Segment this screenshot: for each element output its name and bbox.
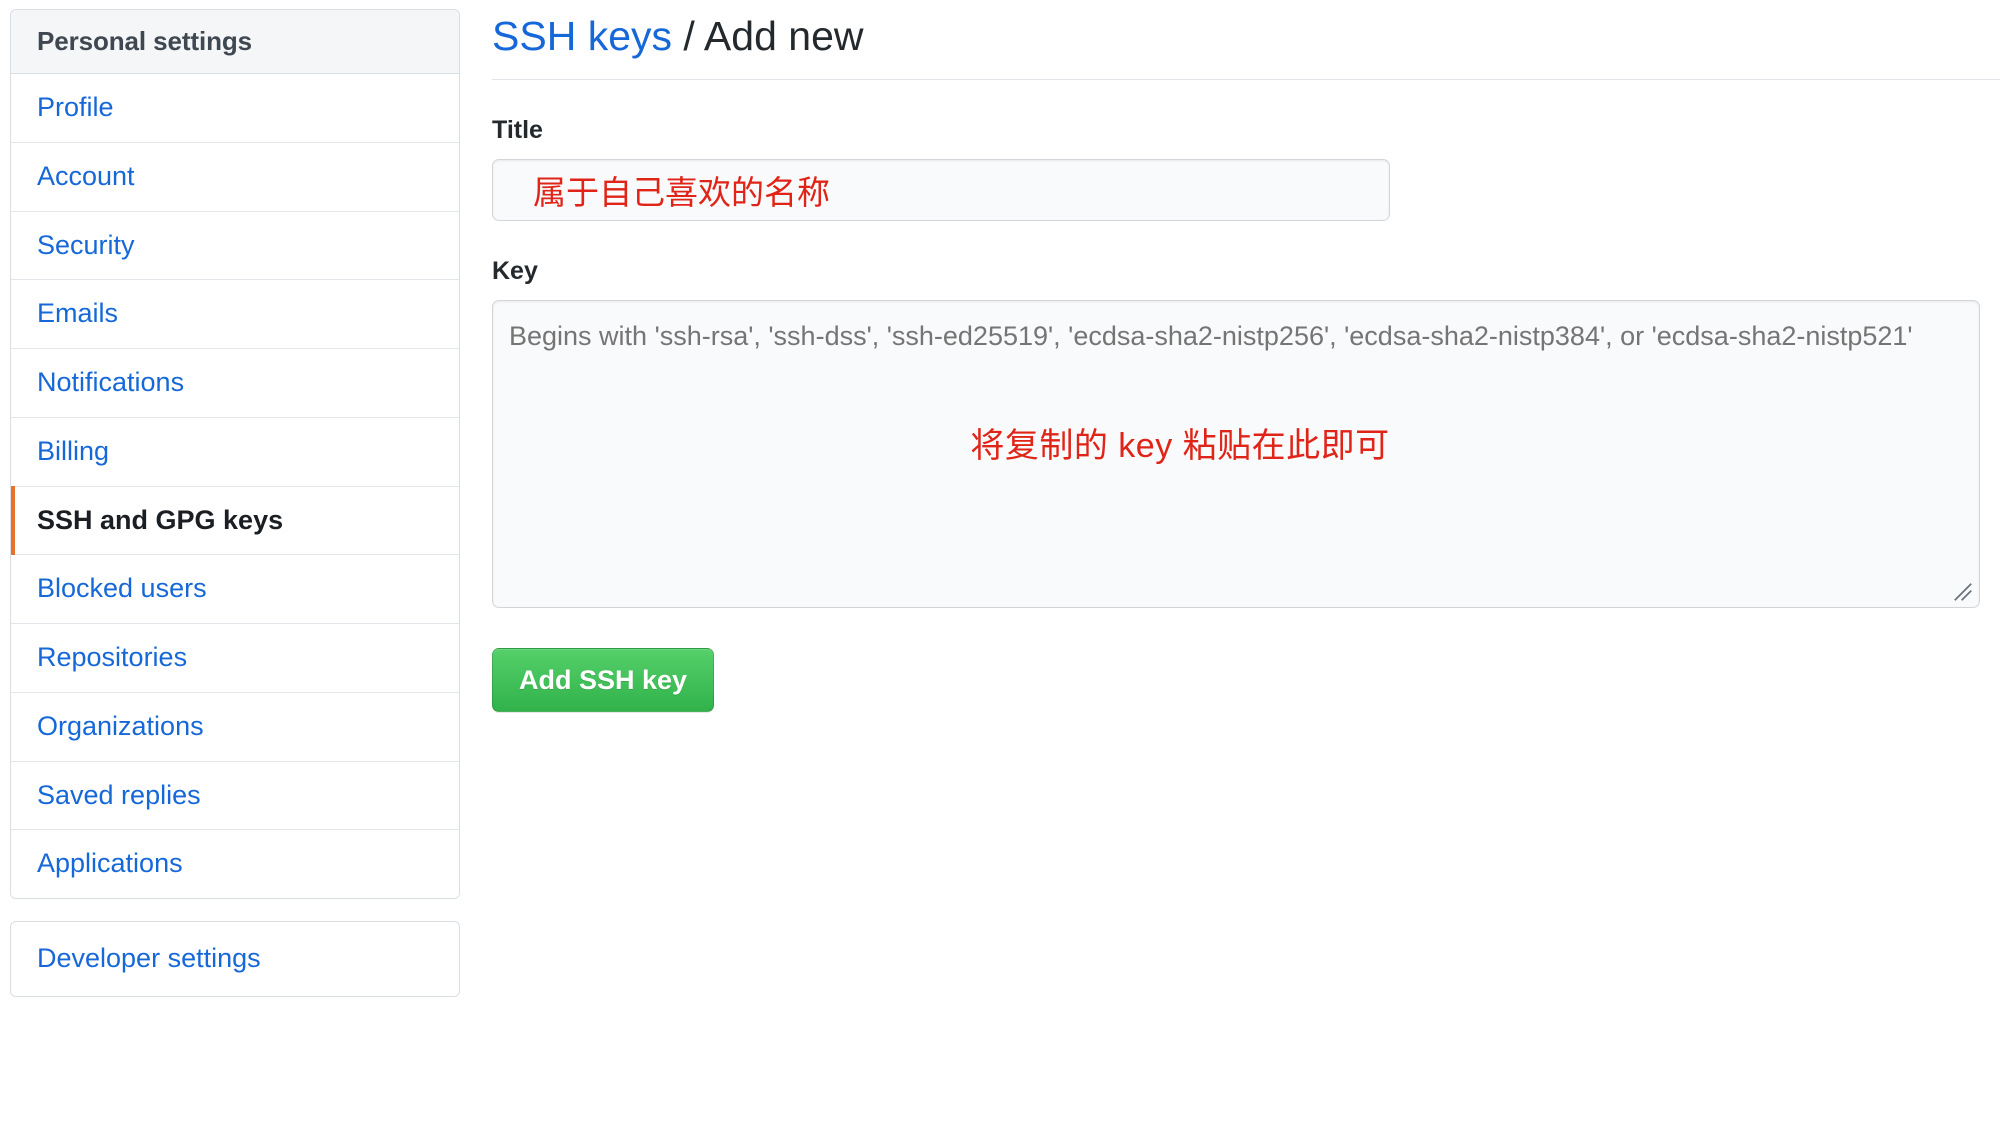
sidebar-item-saved-replies[interactable]: Saved replies	[11, 761, 459, 831]
title-label: Title	[492, 116, 543, 145]
page-title: Add new	[703, 13, 864, 59]
sidebar-item-notifications[interactable]: Notifications	[11, 349, 459, 418]
settings-page: Personal settings Profile Account Securi…	[0, 0, 2008, 1132]
sidebar-item-profile[interactable]: Profile	[11, 74, 459, 143]
sidebar-item-organizations[interactable]: Organizations	[11, 692, 459, 762]
sidebar-header: Personal settings	[11, 10, 459, 75]
key-label: Key	[492, 257, 538, 286]
key-field-group: Key 将复制的 key 粘贴在此即可	[492, 256, 2008, 609]
title-field-group: Title	[492, 115, 2008, 222]
settings-sidebar: Personal settings Profile Account Securi…	[10, 9, 460, 997]
breadcrumb: SSH keys / Add new	[492, 9, 2000, 60]
sidebar-item-applications[interactable]: Applications	[11, 830, 459, 899]
key-textarea-wrapper: 将复制的 key 粘贴在此即可	[492, 300, 1980, 609]
main-content: SSH keys / Add new Title Key 将复制的 key 粘贴…	[460, 9, 2008, 713]
submit-row: Add SSH key	[492, 648, 2008, 713]
sidebar-item-security[interactable]: Security	[11, 211, 459, 281]
sidebar-item-emails[interactable]: Emails	[11, 280, 459, 350]
sidebar-item-ssh-and-gpg-keys[interactable]: SSH and GPG keys	[11, 485, 459, 556]
sidebar-item-billing[interactable]: Billing	[11, 417, 459, 487]
resize-handle-icon[interactable]	[1952, 581, 1974, 603]
sidebar-item-account[interactable]: Account	[11, 142, 459, 212]
add-ssh-key-button[interactable]: Add SSH key	[492, 648, 715, 713]
key-textarea[interactable]	[492, 300, 1980, 609]
developer-settings-nav: Developer settings	[10, 921, 460, 997]
sidebar-item-blocked-users[interactable]: Blocked users	[11, 555, 459, 625]
sidebar-item-developer-settings[interactable]: Developer settings	[11, 922, 459, 996]
breadcrumb-separator: /	[672, 13, 704, 59]
sidebar-item-repositories[interactable]: Repositories	[11, 624, 459, 693]
title-input[interactable]	[492, 159, 1390, 222]
breadcrumb-link-ssh-keys[interactable]: SSH keys	[492, 13, 672, 59]
page-header: SSH keys / Add new	[492, 9, 2000, 81]
personal-settings-nav: Personal settings Profile Account Securi…	[10, 9, 460, 900]
